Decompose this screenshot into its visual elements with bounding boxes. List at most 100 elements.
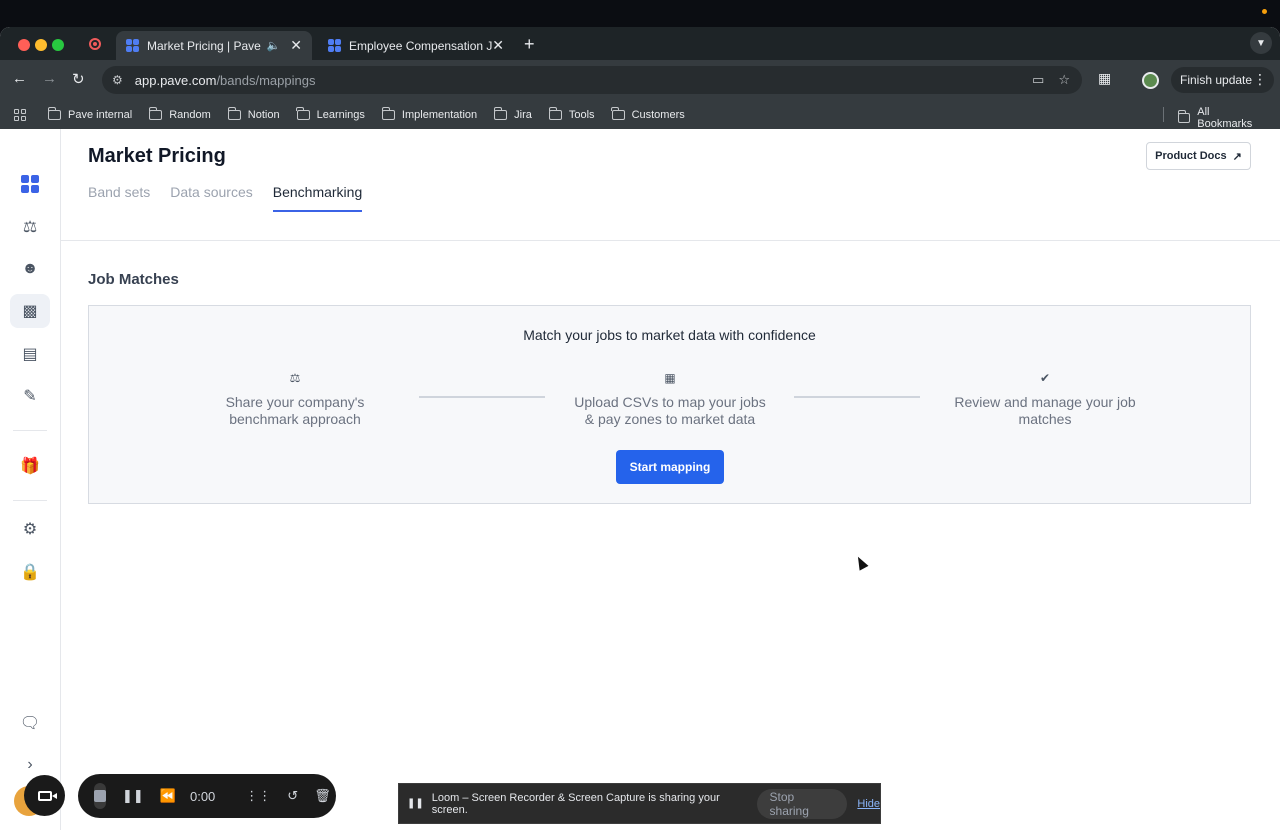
page-tabs: Band sets Data sources Benchmarking — [88, 184, 363, 212]
url-host: app.pave.com — [134, 72, 217, 88]
map-icon: ▦ — [664, 371, 676, 385]
tab-market-pricing[interactable]: Market Pricing | Pave 🔈 ✕ — [116, 31, 312, 60]
bookmark-learnings[interactable]: Learnings — [296, 106, 365, 121]
sidebar-people-icon[interactable]: ☻ — [10, 252, 50, 286]
sidebar-lock-icon[interactable]: 🔒 — [10, 555, 50, 589]
bookmark-label: All Bookmarks — [1197, 106, 1253, 130]
sidebar-divider — [13, 430, 47, 431]
bookmark-label: Tools — [568, 108, 595, 121]
minimize-window-button[interactable] — [35, 39, 47, 51]
maximize-window-button[interactable] — [52, 39, 64, 51]
bookmark-star-icon[interactable]: ☆ — [1058, 72, 1070, 88]
back-arrow-icon[interactable]: ← — [12, 70, 27, 87]
tab-data-sources[interactable]: Data sources — [170, 184, 252, 212]
sidebar-home[interactable] — [10, 167, 50, 201]
sidebar-chat-icon[interactable]: 🗨 — [10, 706, 50, 740]
folder-icon — [1177, 110, 1191, 123]
bookmarks-bar: Pave internal Random Notion Learnings Im… — [0, 100, 1280, 130]
finish-update-button[interactable]: Finish update ⋮ — [1171, 67, 1275, 93]
rewind-icon[interactable]: ⏪ — [160, 788, 176, 804]
recording-icon — [89, 38, 101, 50]
external-link-arrow-icon: ↗ — [1232, 150, 1242, 163]
loom-camera-button[interactable] — [24, 775, 65, 816]
reload-icon[interactable]: ↻ — [72, 70, 85, 88]
bookmark-label: Random — [169, 108, 211, 121]
close-window-button[interactable] — [18, 39, 30, 51]
restart-icon[interactable]: ↺ — [287, 788, 298, 804]
new-tab-button[interactable]: + — [524, 34, 535, 55]
page-title: Market Pricing — [88, 145, 226, 167]
bookmark-pave-internal[interactable]: Pave internal — [47, 106, 133, 121]
more-menu-icon[interactable]: ⋮ — [1253, 71, 1267, 88]
loom-stop-button[interactable] — [94, 783, 106, 809]
step-text: Review and manage your job matches — [954, 394, 1136, 427]
sidebar-scale-icon[interactable]: ⚖ — [10, 210, 50, 244]
bookmark-tools[interactable]: Tools — [548, 106, 595, 121]
bookmark-notion[interactable]: Notion — [227, 106, 280, 121]
sharing-pause-icon: ❚❚ — [407, 798, 424, 809]
address-bar[interactable]: ⚙ app.pave.com/bands/mappings ▭ ☆ — [102, 66, 1082, 94]
close-tab-icon[interactable]: ✕ — [492, 37, 504, 54]
bookmark-customers[interactable]: Customers — [611, 106, 685, 121]
sidebar: ⚖ ☻ ▩ ▤ ✎ 🎁 ⚙ 🔒 🗨 › — [0, 129, 61, 830]
tab-benchmarking[interactable]: Benchmarking — [272, 184, 363, 212]
address-bar-actions: ▭ ☆ — [1032, 72, 1070, 88]
bookmark-label: Notion — [247, 108, 280, 121]
sidebar-divider — [13, 500, 47, 501]
site-settings-icon[interactable]: ⚙ — [112, 73, 123, 87]
pause-icon[interactable]: ❚❚ — [122, 788, 144, 804]
all-bookmarks-button[interactable]: All Bookmarks — [1177, 106, 1263, 130]
tabs-divider — [61, 240, 1280, 241]
bookmark-label: Jira — [514, 108, 532, 121]
trash-icon[interactable]: 🗑 — [314, 788, 331, 804]
tab-title: Employee Compensation Job — [349, 38, 493, 53]
close-tab-icon[interactable]: ✕ — [290, 37, 302, 54]
loom-control-bar: ❚❚ ⏪ 0:00 ⋮⋮ ↺ 🗑 — [78, 774, 336, 818]
folder-icon — [611, 106, 625, 120]
panel-heading: Match your jobs to market data with conf… — [523, 327, 816, 343]
stop-sharing-button[interactable]: Stop sharing — [756, 788, 848, 819]
bookmark-jira[interactable]: Jira — [493, 106, 532, 121]
tab-employee-compensation[interactable]: Employee Compensation Job ✕ — [318, 31, 514, 60]
folder-icon — [548, 106, 562, 120]
sidebar-market-pricing-icon[interactable]: ▩ — [10, 294, 50, 328]
profile-avatar[interactable] — [1142, 72, 1159, 89]
tab-band-sets[interactable]: Band sets — [88, 184, 150, 212]
bookmark-label: Customers — [631, 108, 685, 121]
recording-indicator-dot — [1262, 9, 1267, 14]
step-connector — [419, 396, 545, 398]
sidebar-pencil-icon[interactable]: ✎ — [10, 379, 50, 413]
step-share-approach: ⚖ Share your company's benchmark approac… — [195, 370, 395, 428]
start-mapping-button[interactable]: Start mapping — [616, 450, 724, 484]
scale-icon: ⚖ — [289, 371, 301, 385]
job-matches-panel: Match your jobs to market data with conf… — [88, 305, 1251, 504]
extensions-icon[interactable]: ▦ — [1098, 70, 1111, 87]
forward-arrow-icon[interactable]: → — [42, 70, 57, 87]
sharing-message: Loom – Screen Recorder & Screen Capture … — [431, 791, 720, 816]
folder-icon — [148, 106, 163, 120]
speaker-icon[interactable]: 🔈 — [267, 39, 281, 52]
sidebar-gift-icon[interactable]: 🎁 — [10, 449, 50, 483]
sidebar-settings-gear-icon[interactable]: ⚙ — [10, 512, 50, 546]
bookmark-label: Implementation — [401, 108, 478, 121]
loom-timer: 0:00 — [189, 788, 216, 804]
grid-dots-icon[interactable]: ⋮⋮ — [245, 788, 271, 804]
apps-grid-icon[interactable] — [14, 108, 26, 121]
bookmarks-divider — [1163, 107, 1164, 122]
folder-icon — [296, 106, 310, 120]
bookmark-implementation[interactable]: Implementation — [381, 106, 478, 121]
step-text: Share your company's benchmark approach — [225, 394, 365, 427]
bookmark-label: Pave internal — [68, 108, 133, 121]
bookmark-label: Learnings — [316, 108, 365, 121]
stop-icon — [94, 790, 106, 802]
bookmark-random[interactable]: Random — [148, 106, 211, 121]
step-upload-csvs: ▦ Upload CSVs to map your jobs & pay zon… — [570, 370, 770, 428]
product-docs-button[interactable]: Product Docs ↗ — [1146, 142, 1251, 170]
pave-favicon-icon — [126, 39, 139, 52]
cast-icon[interactable]: ▭ — [1032, 72, 1044, 88]
check-badge-icon: ✔ — [1039, 371, 1051, 385]
step-text: Upload CSVs to map your jobs & pay zones… — [574, 394, 766, 427]
sidebar-building-icon[interactable]: ▤ — [10, 337, 50, 371]
tab-search-button[interactable]: ▼ — [1250, 32, 1272, 54]
hide-link[interactable]: Hide — [857, 798, 880, 810]
